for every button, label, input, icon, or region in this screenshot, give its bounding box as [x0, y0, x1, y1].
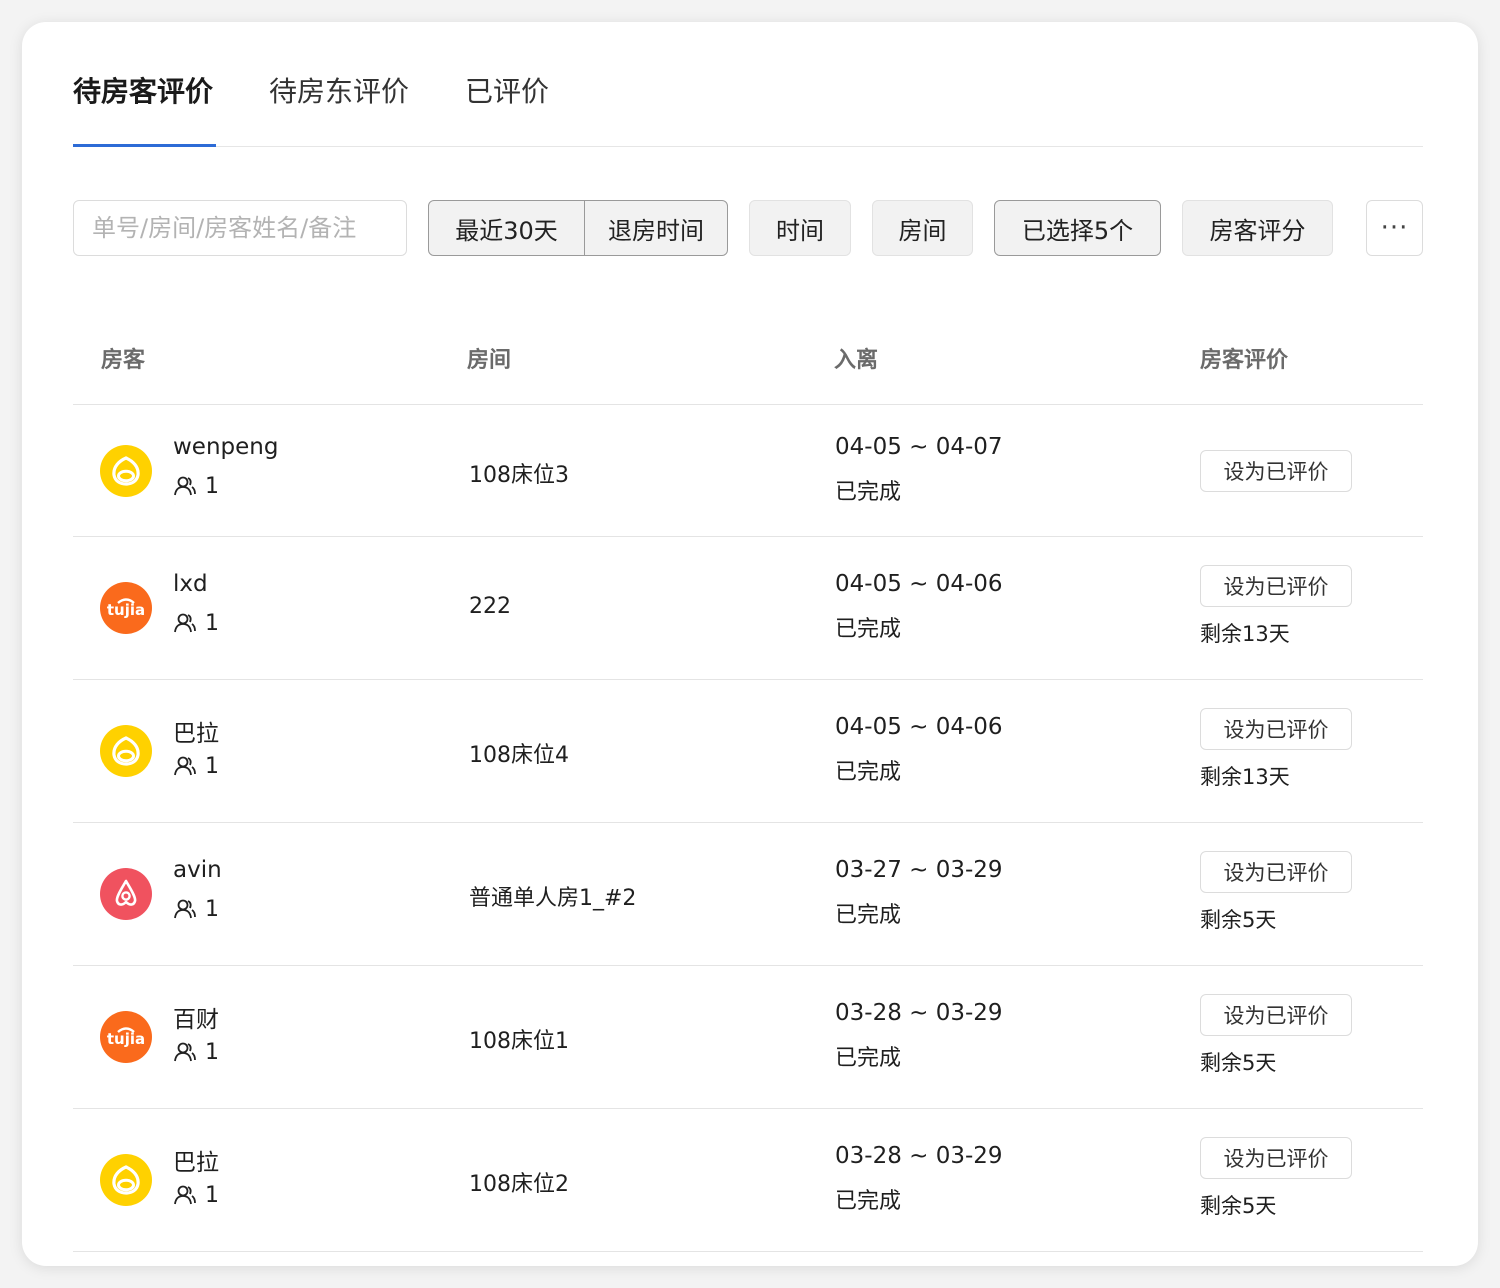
order-status: 已完成	[835, 759, 902, 785]
order-status: 已完成	[835, 1045, 902, 1071]
tab-pending-guest-review[interactable]: 待房客评价	[73, 70, 213, 110]
guest-count-value: 1	[205, 753, 219, 779]
guest-count: 1	[173, 897, 219, 922]
time-filter-button[interactable]: 时间	[749, 200, 851, 256]
guest-name: lxd	[173, 570, 208, 597]
remaining-days: 剩余5天	[1200, 1193, 1277, 1218]
order-status: 已完成	[835, 902, 902, 928]
more-options-button[interactable]: ···	[1366, 200, 1423, 256]
room-name: 108床位1	[469, 1028, 569, 1054]
stay-dates: 04-05 ~ 04-07	[835, 433, 1003, 460]
remaining-days: 剩余13天	[1200, 621, 1290, 646]
table-row: tujia 百财 1 108床位1 03-28 ~ 03-29 已完成 设为已评价剩余5天	[73, 965, 1423, 1109]
table-row: 巴拉 1 108床位2 03-28 ~ 03-29 已完成 设为已评价剩余5天	[73, 1108, 1423, 1252]
room-name: 222	[469, 593, 511, 619]
stay-dates: 03-28 ~ 03-29	[835, 999, 1003, 1026]
remaining-days: 剩余13天	[1200, 764, 1290, 789]
table-row: wenpeng 1 108床位3 04-05 ~ 04-07 已完成 设为已评价	[73, 405, 1423, 537]
room-name: 108床位3	[469, 462, 569, 488]
tujia-logo-icon: tujia	[100, 1010, 152, 1063]
svg-text:tujia: tujia	[107, 1030, 145, 1048]
review-panel: 待房客评价 待房东评价 已评价 最近30天 退房时间 时间 房间 已选择5个 房…	[22, 22, 1478, 1266]
guest-name: wenpeng	[173, 433, 279, 460]
table-row: tujia lxd 1 222 04-05 ~ 04-06 已完成 设为已评价剩余13天	[73, 536, 1423, 680]
mark-reviewed-button[interactable]: 设为已评价	[1200, 1136, 1352, 1179]
guest-score-filter-button[interactable]: 房客评分	[1182, 200, 1333, 256]
guest-name: 巴拉	[173, 1149, 219, 1176]
mark-reviewed-button[interactable]: 设为已评价	[1200, 850, 1352, 893]
guest-count: 1	[173, 1040, 219, 1065]
guest-count-value: 1	[205, 896, 219, 922]
table-row: avin 1 普通单人房1_#2 03-27 ~ 03-29 已完成 设为已评价剩余5天	[73, 822, 1423, 966]
guest-name: 巴拉	[173, 720, 219, 747]
header-room: 房间	[467, 348, 512, 373]
user-group-icon	[173, 612, 197, 634]
room-filter-button[interactable]: 房间	[872, 200, 973, 256]
header-stay: 入离	[834, 348, 879, 373]
guest-count: 1	[173, 1183, 219, 1208]
stay-dates: 03-27 ~ 03-29	[835, 856, 1003, 883]
order-status: 已完成	[835, 616, 902, 642]
airbnb-logo-icon	[100, 867, 152, 920]
mark-reviewed-button[interactable]: 设为已评价	[1200, 707, 1352, 750]
tujia-logo-icon: tujia	[100, 581, 152, 634]
remaining-days: 剩余5天	[1200, 907, 1277, 932]
guest-count-value: 1	[205, 1182, 219, 1208]
user-group-icon	[173, 475, 197, 497]
user-group-icon	[173, 1184, 197, 1206]
svg-text:tujia: tujia	[107, 601, 145, 619]
tab-pending-host-review[interactable]: 待房东评价	[269, 70, 409, 110]
order-status: 已完成	[835, 479, 902, 505]
meituan-logo-icon	[100, 444, 152, 497]
guest-count-value: 1	[205, 473, 219, 499]
stay-dates: 04-05 ~ 04-06	[835, 570, 1003, 597]
room-name: 108床位2	[469, 1171, 569, 1197]
guest-name: 百财	[173, 1006, 219, 1033]
guest-count-value: 1	[205, 1039, 219, 1065]
active-tab-indicator	[73, 144, 216, 147]
stay-dates: 04-05 ~ 04-06	[835, 713, 1003, 740]
remaining-days: 剩余5天	[1200, 1050, 1277, 1075]
mark-reviewed-button[interactable]: 设为已评价	[1200, 564, 1352, 607]
room-name: 普通单人房1_#2	[469, 885, 637, 911]
guest-count: 1	[173, 754, 219, 779]
range-type-select[interactable]: 退房时间	[585, 201, 727, 255]
range-select[interactable]: 最近30天	[429, 201, 585, 255]
table-row: 巴拉 1 108床位4 04-05 ~ 04-06 已完成 设为已评价剩余13天	[73, 679, 1423, 823]
date-range-filter: 最近30天 退房时间	[428, 200, 728, 256]
meituan-logo-icon	[100, 724, 152, 777]
room-name: 108床位4	[469, 742, 569, 768]
search-input[interactable]	[73, 200, 407, 256]
mark-reviewed-button[interactable]: 设为已评价	[1200, 449, 1352, 492]
table-header: 房客 房间 入离 房客评价	[73, 312, 1423, 405]
guest-count-value: 1	[205, 610, 219, 636]
guest-count: 1	[173, 474, 219, 499]
header-guest: 房客	[101, 348, 146, 373]
selected-filter-button[interactable]: 已选择5个	[994, 200, 1161, 256]
mark-reviewed-button[interactable]: 设为已评价	[1200, 993, 1352, 1036]
header-guest-review: 房客评价	[1200, 348, 1289, 373]
user-group-icon	[173, 1041, 197, 1063]
meituan-logo-icon	[100, 1153, 152, 1206]
stay-dates: 03-28 ~ 03-29	[835, 1142, 1003, 1169]
guest-count: 1	[173, 611, 219, 636]
order-status: 已完成	[835, 1188, 902, 1214]
tab-bar: 待房客评价 待房东评价 已评价	[73, 22, 1423, 147]
user-group-icon	[173, 898, 197, 920]
guest-name: avin	[173, 856, 222, 883]
user-group-icon	[173, 755, 197, 777]
tab-reviewed[interactable]: 已评价	[465, 70, 549, 110]
